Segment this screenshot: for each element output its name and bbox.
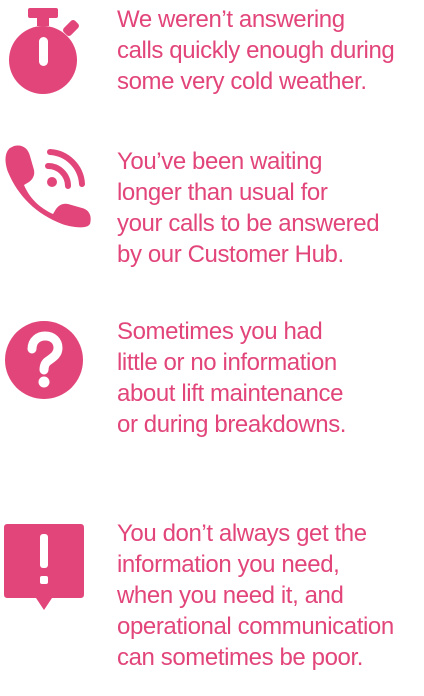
issue-text: Sometimes you had little or no informati… [117, 318, 347, 438]
exclamation-speech-bubble-icon [4, 524, 88, 627]
question-mark-icon [4, 320, 88, 409]
stopwatch-icon [4, 8, 84, 101]
issue-text: You’ve been waiting longer than usual fo… [117, 148, 380, 268]
phone-ringing-icon [4, 144, 94, 233]
issue-text: You don’t always get the information you… [117, 520, 394, 671]
issue-text: We weren’t answering calls quickly enoug… [117, 6, 395, 95]
